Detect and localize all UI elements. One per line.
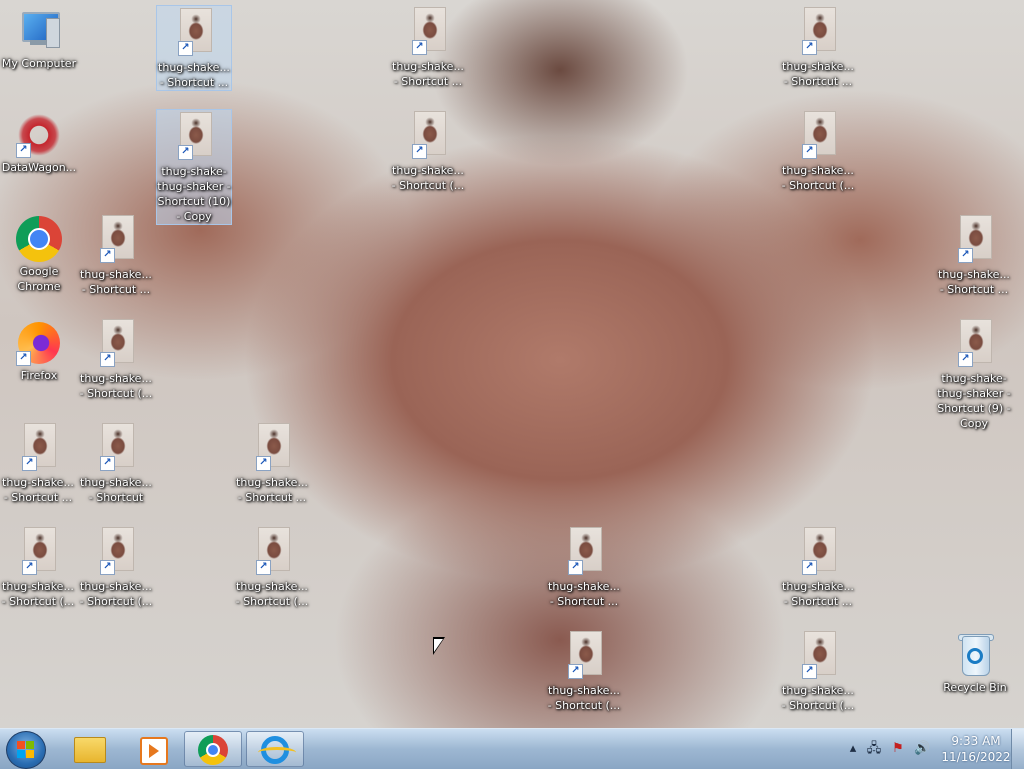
clock-time: 9:33 AM [951, 734, 1001, 748]
desktop-shortcut[interactable]: ↗ thug-shake... - Shortcut (... [780, 629, 856, 713]
desktop-shortcut[interactable]: ↗ thug-shake... - Shortcut ... [0, 421, 76, 505]
shortcut-arrow-icon: ↗ [178, 145, 193, 160]
volume-icon[interactable]: 🔊 [914, 741, 930, 757]
desktop-shortcut[interactable]: ↗ thug-shake-thug-shaker - Shortcut (10)… [156, 109, 232, 225]
desktop-shortcut[interactable]: ↗ thug-shake... - Shortcut [78, 421, 154, 505]
taskbar-internet-explorer[interactable] [246, 731, 304, 767]
network-icon[interactable]: 🖧 [866, 741, 882, 757]
desktop-shortcut[interactable]: ↗ thug-shake... - Shortcut ... [546, 525, 622, 609]
icon-label: thug-shake... - Shortcut (... [547, 684, 621, 712]
folder-icon [74, 737, 106, 763]
desktop-shortcut[interactable]: ↗ thug-shake... - Shortcut (... [234, 525, 310, 609]
clock-date: 11/16/2022 [941, 750, 1011, 764]
shortcut-arrow-icon: ↗ [958, 248, 973, 263]
desktop-icon-recycle-bin[interactable]: Recycle Bin [937, 630, 1013, 695]
desktop: My Computer ↗ DataWagon... Google Chrome… [0, 0, 1024, 728]
media-player-icon [140, 737, 168, 765]
chrome-icon [198, 735, 228, 765]
internet-explorer-icon [258, 736, 296, 764]
desktop-shortcut[interactable]: ↗ thug-shake... - Shortcut ... [780, 525, 856, 609]
icon-label: thug-shake-thug-shaker - Shortcut (9) - … [937, 372, 1011, 430]
desktop-shortcut[interactable]: ↗ thug-shake... - Shortcut ... [936, 213, 1012, 297]
shortcut-arrow-icon: ↗ [802, 144, 817, 159]
firefox-icon: ↗ [16, 320, 62, 366]
icon-label: thug-shake... - Shortcut ... [236, 476, 308, 504]
icon-label: thug-shake... - Shortcut ... [80, 268, 152, 296]
icon-label: thug-shake-thug-shaker - Shortcut (10) -… [157, 165, 231, 223]
icon-label: My Computer [1, 57, 77, 70]
shortcut-arrow-icon: ↗ [958, 352, 973, 367]
desktop-shortcut[interactable]: ↗ thug-shake... - Shortcut (... [780, 109, 856, 193]
desktop-icon-datawagon[interactable]: ↗ DataWagon... [1, 110, 77, 175]
icon-label: thug-shake... - Shortcut ... [782, 580, 854, 608]
icon-label: thug-shake... - Shortcut ... [2, 476, 74, 504]
shortcut-arrow-icon: ↗ [412, 40, 427, 55]
desktop-shortcut[interactable]: ↗ thug-shake... - Shortcut ... [390, 5, 466, 89]
icon-label: thug-shake... - Shortcut ... [938, 268, 1010, 296]
icon-label: thug-shake... - Shortcut (... [235, 580, 309, 608]
show-hidden-icons-chevron-icon[interactable]: ▴ [845, 741, 861, 757]
desktop-shortcut[interactable]: ↗ thug-shake... - Shortcut (... [78, 317, 154, 401]
shortcut-arrow-icon: ↗ [256, 456, 271, 471]
shortcut-arrow-icon: ↗ [100, 560, 115, 575]
icon-label: thug-shake... - Shortcut ... [158, 61, 230, 89]
desktop-shortcut[interactable]: ↗ thug-shake... - Shortcut (... [78, 525, 154, 609]
shortcut-arrow-icon: ↗ [412, 144, 427, 159]
shortcut-arrow-icon: ↗ [100, 248, 115, 263]
computer-icon [16, 8, 62, 54]
desktop-shortcut[interactable]: ↗ thug-shake-thug-shaker - Shortcut (9) … [936, 317, 1012, 431]
shortcut-arrow-icon: ↗ [802, 40, 817, 55]
desktop-shortcut[interactable]: ↗ thug-shake... - Shortcut (... [546, 629, 622, 713]
shortcut-arrow-icon: ↗ [100, 456, 115, 471]
icon-label: Google Chrome [17, 265, 61, 293]
icon-label: thug-shake... - Shortcut (... [781, 684, 855, 712]
shortcut-arrow-icon: ↗ [16, 143, 31, 158]
recycle-bin-icon [952, 632, 998, 678]
shortcut-arrow-icon: ↗ [256, 560, 271, 575]
icon-label: thug-shake... - Shortcut (... [79, 580, 153, 608]
shortcut-arrow-icon: ↗ [568, 560, 583, 575]
shortcut-arrow-icon: ↗ [568, 664, 583, 679]
icon-label: thug-shake... - Shortcut ... [782, 60, 854, 88]
icon-label: thug-shake... - Shortcut (... [1, 580, 75, 608]
desktop-icon-google-chrome[interactable]: Google Chrome [1, 214, 77, 294]
icon-label: DataWagon... [1, 161, 77, 174]
shortcut-arrow-icon: ↗ [802, 560, 817, 575]
desktop-shortcut[interactable]: ↗ thug-shake... - Shortcut (... [390, 109, 466, 193]
desktop-shortcut[interactable]: ↗ thug-shake... - Shortcut ... [156, 5, 232, 91]
icon-label: thug-shake... - Shortcut ... [392, 60, 464, 88]
icon-label: thug-shake... - Shortcut (... [79, 372, 153, 400]
icon-label: Firefox [20, 369, 58, 382]
shortcut-arrow-icon: ↗ [16, 351, 31, 366]
desktop-shortcut[interactable]: ↗ thug-shake... - Shortcut (... [0, 525, 76, 609]
taskbar-google-chrome[interactable] [184, 731, 242, 767]
shortcut-arrow-icon: ↗ [100, 352, 115, 367]
taskbar-media-player[interactable] [122, 731, 180, 767]
datawagon-icon: ↗ [16, 112, 62, 158]
desktop-icon-my-computer[interactable]: My Computer [1, 6, 77, 71]
shortcut-arrow-icon: ↗ [22, 456, 37, 471]
icon-label: thug-shake... - Shortcut [80, 476, 152, 504]
action-center-flag-icon[interactable]: ⚑ [890, 741, 906, 757]
system-clock[interactable]: 9:33 AM 11/16/2022 [938, 733, 1014, 765]
shortcut-arrow-icon: ↗ [22, 560, 37, 575]
show-desktop-button[interactable] [1011, 729, 1024, 769]
windows-logo-icon [17, 741, 35, 759]
desktop-shortcut[interactable]: ↗ thug-shake... - Shortcut ... [780, 5, 856, 89]
icon-label: thug-shake... - Shortcut (... [781, 164, 855, 192]
icon-label: thug-shake... - Shortcut ... [548, 580, 620, 608]
desktop-shortcut[interactable]: ↗ thug-shake... - Shortcut ... [234, 421, 310, 505]
start-button[interactable] [6, 731, 46, 769]
desktop-shortcut[interactable]: ↗ thug-shake... - Shortcut ... [78, 213, 154, 297]
shortcut-arrow-icon: ↗ [802, 664, 817, 679]
mouse-cursor-icon [433, 637, 445, 655]
taskbar: ▴ 🖧 ⚑ 🔊 9:33 AM 11/16/2022 [0, 728, 1024, 769]
icon-label: thug-shake... - Shortcut (... [391, 164, 465, 192]
chrome-icon [16, 216, 62, 262]
desktop-icon-firefox[interactable]: ↗ Firefox [1, 318, 77, 383]
icon-label: Recycle Bin [943, 681, 1007, 694]
taskbar-windows-explorer[interactable] [60, 731, 118, 767]
shortcut-arrow-icon: ↗ [178, 41, 193, 56]
